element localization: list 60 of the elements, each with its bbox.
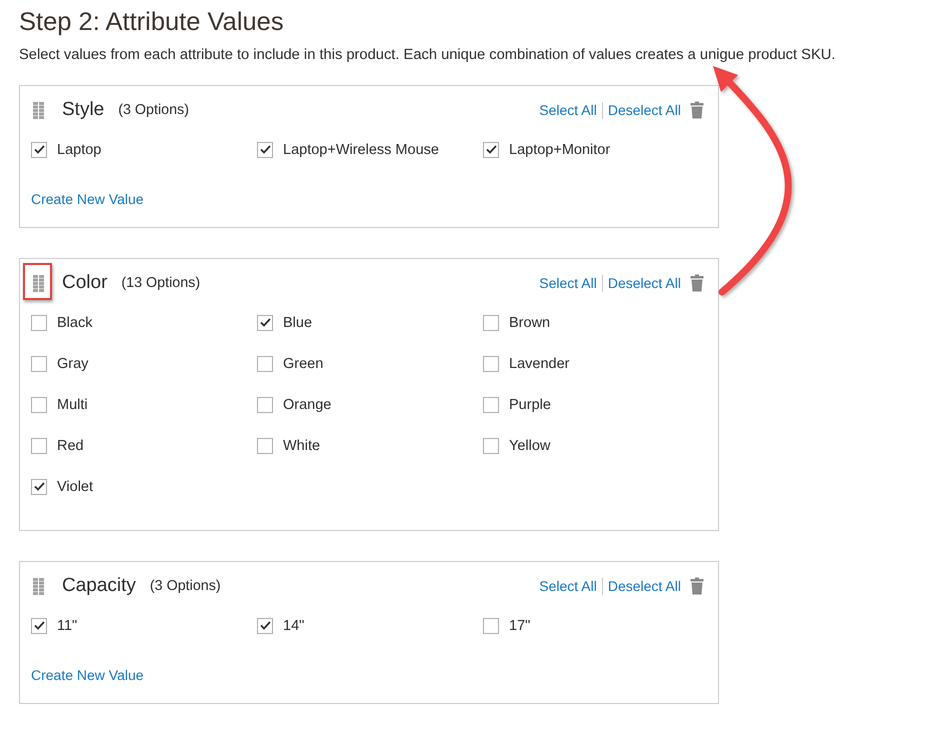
trash-icon[interactable] [690, 577, 704, 595]
checkbox[interactable] [31, 438, 47, 454]
option-label[interactable]: Brown [509, 314, 550, 330]
select-all-link[interactable]: Select All [539, 102, 597, 118]
checkbox[interactable] [257, 356, 273, 372]
option-label[interactable]: Red [57, 438, 84, 454]
option-label[interactable]: Gray [57, 356, 88, 372]
checkbox[interactable] [31, 396, 47, 412]
option-label[interactable]: Laptop [57, 142, 102, 158]
checkbox[interactable] [483, 314, 499, 330]
option-label[interactable]: Yellow [509, 438, 550, 454]
option-label[interactable]: Green [283, 356, 324, 372]
page-title: Step 2: Attribute Values [19, 7, 284, 37]
option-label[interactable]: Multi [57, 396, 88, 412]
checkbox[interactable] [257, 438, 273, 454]
deselect-all-link[interactable]: Deselect All [608, 102, 681, 118]
option-label[interactable]: 17" [509, 618, 530, 634]
checkbox[interactable] [257, 314, 273, 330]
option-label[interactable]: Laptop+Monitor [509, 142, 610, 158]
checkbox[interactable] [31, 314, 47, 330]
attribute-name: Color [62, 272, 108, 294]
checkbox[interactable] [31, 478, 47, 494]
option-label[interactable]: 11" [57, 618, 78, 634]
option-label[interactable]: Black [57, 314, 92, 330]
checkbox[interactable] [257, 396, 273, 412]
select-all-link[interactable]: Select All [539, 275, 597, 291]
checkbox[interactable] [483, 618, 499, 634]
checkbox[interactable] [31, 356, 47, 372]
option-label[interactable]: Orange [283, 396, 332, 412]
checkbox[interactable] [31, 142, 47, 158]
drag-handle-icon[interactable] [33, 578, 44, 594]
checkbox[interactable] [483, 438, 499, 454]
checkbox[interactable] [31, 618, 47, 634]
create-new-value-link[interactable]: Create New Value [31, 665, 144, 685]
checkbox[interactable] [483, 356, 499, 372]
options-count: (3 Options) [118, 102, 189, 118]
trash-icon[interactable] [690, 274, 704, 292]
option-label[interactable]: Lavender [509, 356, 570, 372]
option-label[interactable]: Blue [283, 314, 312, 330]
select-all-link[interactable]: Select All [539, 578, 597, 594]
checkbox[interactable] [483, 142, 499, 158]
checkbox[interactable] [483, 396, 499, 412]
deselect-all-link[interactable]: Deselect All [608, 275, 681, 291]
option-label[interactable]: Violet [57, 478, 94, 494]
option-label[interactable]: Laptop+Wireless Mouse [283, 142, 439, 158]
options-count: (13 Options) [121, 275, 200, 291]
deselect-all-link[interactable]: Deselect All [608, 578, 681, 594]
option-label[interactable]: 14" [283, 618, 304, 634]
attribute-name: Style [62, 99, 104, 121]
option-label[interactable]: White [283, 438, 320, 454]
drag-handle-icon[interactable] [33, 274, 44, 292]
description-text: Select values from each attribute to include in this product. Each unique combination of values creates a unigue product SKU. [19, 46, 836, 65]
options-count: (3 Options) [150, 578, 221, 594]
drag-handle-icon[interactable] [33, 102, 44, 118]
option-label[interactable]: Purple [509, 396, 551, 412]
checkbox[interactable] [257, 618, 273, 634]
checkbox[interactable] [257, 142, 273, 158]
create-new-value-link[interactable]: Create New Value [31, 189, 144, 209]
trash-icon[interactable] [690, 101, 704, 119]
attribute-name: Capacity [62, 575, 136, 597]
